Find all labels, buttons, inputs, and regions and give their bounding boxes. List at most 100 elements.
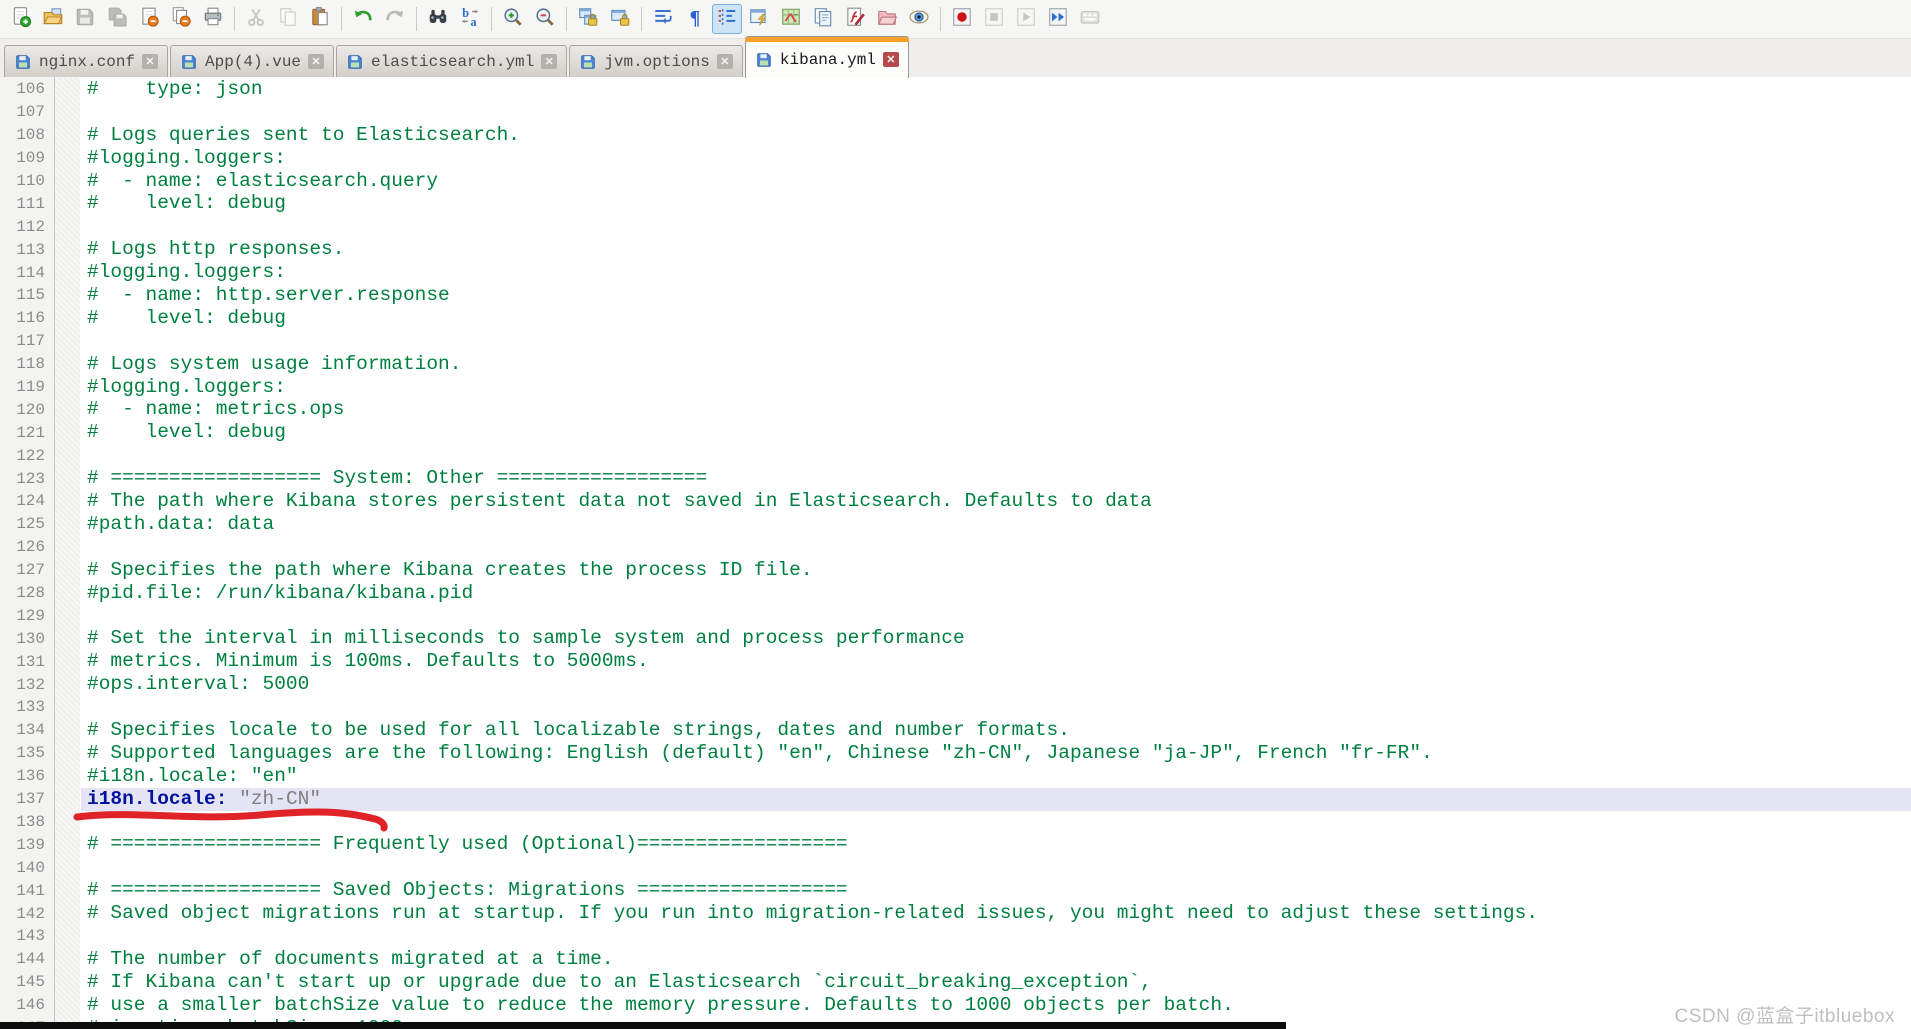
toolbar-button-close[interactable] (134, 4, 164, 34)
code-line-127[interactable]: 127# Specifies the path where Kibana cre… (0, 559, 1911, 582)
toolbar-button-zoom-out[interactable] (530, 4, 560, 34)
toolbar-button-close-all[interactable] (166, 4, 196, 34)
code-line-142[interactable]: 142# Saved object migrations run at star… (0, 902, 1911, 925)
code-line-130[interactable]: 130# Set the interval in milliseconds to… (0, 627, 1911, 650)
code-line-121[interactable]: 121# level: debug (0, 421, 1911, 444)
code-line-128[interactable]: 128#pid.file: /run/kibana/kibana.pid (0, 582, 1911, 605)
code-line-108[interactable]: 108# Logs queries sent to Elasticsearch. (0, 124, 1911, 147)
code-line-122[interactable]: 122 (0, 444, 1911, 467)
toolbar-button-print[interactable] (198, 4, 228, 34)
toolbar-button-sync-vertical[interactable] (573, 4, 603, 34)
code-line-124[interactable]: 124# The path where Kibana stores persis… (0, 490, 1911, 513)
toolbar-button-function-list[interactable] (840, 4, 870, 34)
tab-close-icon[interactable]: ✕ (883, 52, 899, 67)
toolbar-button-user-defined-dialog[interactable] (744, 4, 774, 34)
code-line-118[interactable]: 118# Logs system usage information. (0, 353, 1911, 376)
line-number: 127 (0, 561, 54, 579)
code-text: # The number of documents migrated at a … (81, 948, 1911, 971)
toolbar-button-new-file[interactable] (6, 4, 36, 34)
code-line-131[interactable]: 131# metrics. Minimum is 100ms. Defaults… (0, 650, 1911, 673)
code-line-117[interactable]: 117 (0, 330, 1911, 353)
toolbar-button-undo[interactable] (348, 4, 378, 34)
code-text: # ================== Frequently used (Op… (81, 833, 1911, 856)
toolbar-button-find[interactable] (423, 4, 453, 34)
line-number: 108 (0, 126, 54, 144)
code-line-115[interactable]: 115# - name: http.server.response (0, 284, 1911, 307)
tab-jvm-options[interactable]: jvm.options✕ (569, 45, 743, 77)
code-text: # Logs http responses. (81, 238, 1911, 261)
toolbar-button-macro-run-multiple[interactable] (1043, 4, 1073, 34)
code-line-109[interactable]: 109#logging.loggers: (0, 147, 1911, 170)
code-line-132[interactable]: 132#ops.interval: 5000 (0, 673, 1911, 696)
code-line-114[interactable]: 114#logging.loggers: (0, 261, 1911, 284)
show-all-characters-icon: ¶ (684, 6, 706, 33)
code-line-112[interactable]: 112 (0, 215, 1911, 238)
code-line-120[interactable]: 120# - name: metrics.ops (0, 398, 1911, 421)
code-line-134[interactable]: 134# Specifies locale to be used for all… (0, 719, 1911, 742)
toolbar-button-document-map[interactable] (776, 4, 806, 34)
code-line-145[interactable]: 145# If Kibana can't start up or upgrade… (0, 971, 1911, 994)
line-number: 144 (0, 950, 54, 968)
toolbar-button-macro-stop (979, 4, 1009, 34)
tab-nginx-conf[interactable]: nginx.conf✕ (4, 45, 168, 77)
tab-close-icon[interactable]: ✕ (142, 54, 158, 69)
margin-gap (54, 971, 81, 994)
code-line-113[interactable]: 113# Logs http responses. (0, 238, 1911, 261)
margin-gap (54, 925, 81, 948)
code-line-126[interactable]: 126 (0, 536, 1911, 559)
tab-elasticsearch-yml[interactable]: elasticsearch.yml✕ (336, 45, 567, 77)
tab-close-icon[interactable]: ✕ (541, 54, 557, 69)
tab-label: kibana.yml (780, 51, 876, 69)
toolbar-button-word-wrap[interactable] (648, 4, 678, 34)
editor-pane[interactable]: 106# type: json107108# Logs queries sent… (0, 77, 1911, 1029)
toolbar-button-macro-record[interactable] (947, 4, 977, 34)
code-line-144[interactable]: 144 # The number of documents migrated at… (0, 948, 1911, 971)
code-text: #logging.loggers: (81, 376, 1911, 399)
code-line-123[interactable]: 123# ================== System: Other ==… (0, 467, 1911, 490)
margin-gap (54, 879, 81, 902)
code-line-146[interactable]: 146# use a smaller batchSize value to re… (0, 994, 1911, 1017)
line-number: 124 (0, 492, 54, 510)
code-line-125[interactable]: 125#path.data: data (0, 513, 1911, 536)
margin-gap (54, 78, 81, 101)
code-line-133[interactable]: 133 (0, 696, 1911, 719)
code-text: # level: debug (81, 421, 1911, 444)
code-text: #path.data: data (81, 513, 1911, 536)
tab-close-icon[interactable]: ✕ (717, 54, 733, 69)
margin-gap (54, 811, 81, 834)
code-line-106[interactable]: 106# type: json (0, 78, 1911, 101)
code-line-136[interactable]: 136#i18n.locale: "en" (0, 765, 1911, 788)
code-line-119[interactable]: 119#logging.loggers: (0, 376, 1911, 399)
toolbar-button-open-folder[interactable] (38, 4, 68, 34)
code-line-107[interactable]: 107 (0, 101, 1911, 124)
toolbar-button-replace[interactable]: ba (455, 4, 485, 34)
toolbar-button-zoom-in[interactable] (498, 4, 528, 34)
toolbar-button-folder-as-workspace[interactable] (872, 4, 902, 34)
line-number: 135 (0, 744, 54, 762)
toolbar-button-indent-guide[interactable] (712, 4, 742, 34)
code-line-111[interactable]: 111# level: debug (0, 192, 1911, 215)
code-line-116[interactable]: 116# level: debug (0, 307, 1911, 330)
toolbar-button-paste[interactable] (305, 4, 335, 34)
toolbar-button-sync-horizontal[interactable] (605, 4, 635, 34)
toolbar-button-show-all-characters[interactable]: ¶ (680, 4, 710, 34)
toolbar-separator (940, 7, 941, 31)
code-line-143[interactable]: 143 (0, 925, 1911, 948)
code-text (81, 330, 1911, 353)
code-line-139[interactable]: 139# ================== Frequently used … (0, 833, 1911, 856)
code-line-138[interactable]: 138 (0, 811, 1911, 834)
code-line-110[interactable]: 110# - name: elasticsearch.query (0, 170, 1911, 193)
toolbar-button-monitoring[interactable] (904, 4, 934, 34)
code-line-135[interactable]: 135# Supported languages are the followi… (0, 742, 1911, 765)
margin-gap (54, 192, 81, 215)
code-line-140[interactable]: 140 (0, 856, 1911, 879)
code-line-137[interactable]: 137i18n.locale: "zh-CN" (0, 788, 1911, 811)
code-line-129[interactable]: 129 (0, 604, 1911, 627)
tab-kibana-yml[interactable]: kibana.yml ✕ (745, 36, 909, 78)
tab-close-icon[interactable]: ✕ (308, 54, 324, 69)
folder-as-workspace-icon (876, 6, 898, 33)
line-number: 129 (0, 607, 54, 625)
code-line-141[interactable]: 141# ================== Saved Objects: M… (0, 879, 1911, 902)
tab-app-4-vue[interactable]: App(4).vue✕ (170, 45, 334, 77)
toolbar-button-document-list[interactable] (808, 4, 838, 34)
